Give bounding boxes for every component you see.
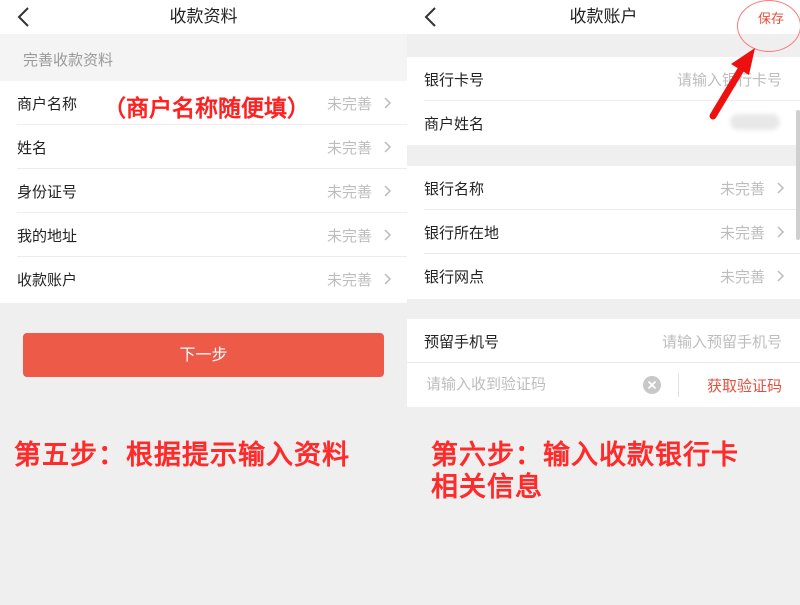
row-label: 预留手机号 xyxy=(424,333,500,351)
chevron-right-icon xyxy=(384,97,392,109)
row-label: 银行卡号 xyxy=(424,71,485,89)
row-value: 未完善 xyxy=(326,271,372,289)
row-value: 未完善 xyxy=(719,268,765,286)
row-label: 姓名 xyxy=(17,139,48,157)
row-payee-account[interactable]: 收款账户 未完善 xyxy=(0,257,407,303)
page-title: 收款资料 xyxy=(169,7,238,27)
row-label: 商户名称 xyxy=(17,95,78,113)
step-note-line1: 第六步：输入收款银行卡 xyxy=(431,440,739,471)
chevron-right-icon xyxy=(384,273,392,285)
row-label: 银行名称 xyxy=(424,180,485,198)
row-value: 未完善 xyxy=(719,224,765,242)
section-header: 完善收款资料 xyxy=(0,34,407,81)
row-value: 未完善 xyxy=(326,183,372,201)
phone-placeholder: 请输入预留手机号 xyxy=(661,333,782,351)
row-value: 未完善 xyxy=(326,227,372,245)
row-label: 我的地址 xyxy=(17,227,78,245)
right-panel: 收款账户 保存 银行卡号 请输入银行卡号 商户姓名 银行名称 未完善 银行所在地… xyxy=(407,0,800,605)
annotation-arrow xyxy=(709,48,755,120)
chevron-right-icon xyxy=(777,226,785,238)
row-label: 银行所在地 xyxy=(424,224,500,242)
divider xyxy=(678,373,679,397)
row-label: 商户姓名 xyxy=(424,115,485,133)
clear-icon[interactable] xyxy=(642,375,662,395)
row-address[interactable]: 我的地址 未完善 xyxy=(0,213,407,257)
row-value: 未完善 xyxy=(326,95,372,113)
get-code-button[interactable]: 获取验证码 xyxy=(707,375,782,396)
nav-bar: 收款资料 xyxy=(0,0,407,34)
row-bank-name[interactable]: 银行名称 未完善 xyxy=(407,166,800,210)
row-value: 未完善 xyxy=(326,139,372,157)
row-label: 收款账户 xyxy=(17,271,78,289)
row-bank-branch[interactable]: 银行网点 未完善 xyxy=(407,254,800,299)
row-verification-code: 获取验证码 xyxy=(407,363,800,407)
row-value: 未完善 xyxy=(719,180,765,198)
left-panel: 收款资料 完善收款资料 商户名称 未完善 姓名 未完善 身份证号 未完善 我的地… xyxy=(0,0,407,605)
section-title: 完善收款资料 xyxy=(23,51,114,69)
scrollbar[interactable] xyxy=(796,110,800,240)
chevron-right-icon xyxy=(384,185,392,197)
row-id-number[interactable]: 身份证号 未完善 xyxy=(0,169,407,213)
row-label: 身份证号 xyxy=(17,183,78,201)
row-label: 银行网点 xyxy=(424,268,485,286)
verification-code-input[interactable] xyxy=(424,374,638,394)
chevron-right-icon xyxy=(777,270,785,282)
chevron-right-icon xyxy=(384,229,392,241)
row-reserved-phone[interactable]: 预留手机号 请输入预留手机号 xyxy=(407,319,800,363)
annotation-merchant-note: （商户名称随便填） xyxy=(101,89,312,123)
next-step-button[interactable]: 下一步 xyxy=(23,333,384,377)
chevron-right-icon xyxy=(777,182,785,194)
row-bank-location[interactable]: 银行所在地 未完善 xyxy=(407,210,800,254)
row-name[interactable]: 姓名 未完善 xyxy=(0,125,407,169)
step-note-line2: 相关信息 xyxy=(431,472,543,503)
step-note: 第五步：根据提示输入资料 xyxy=(14,440,350,471)
chevron-right-icon xyxy=(384,141,392,153)
